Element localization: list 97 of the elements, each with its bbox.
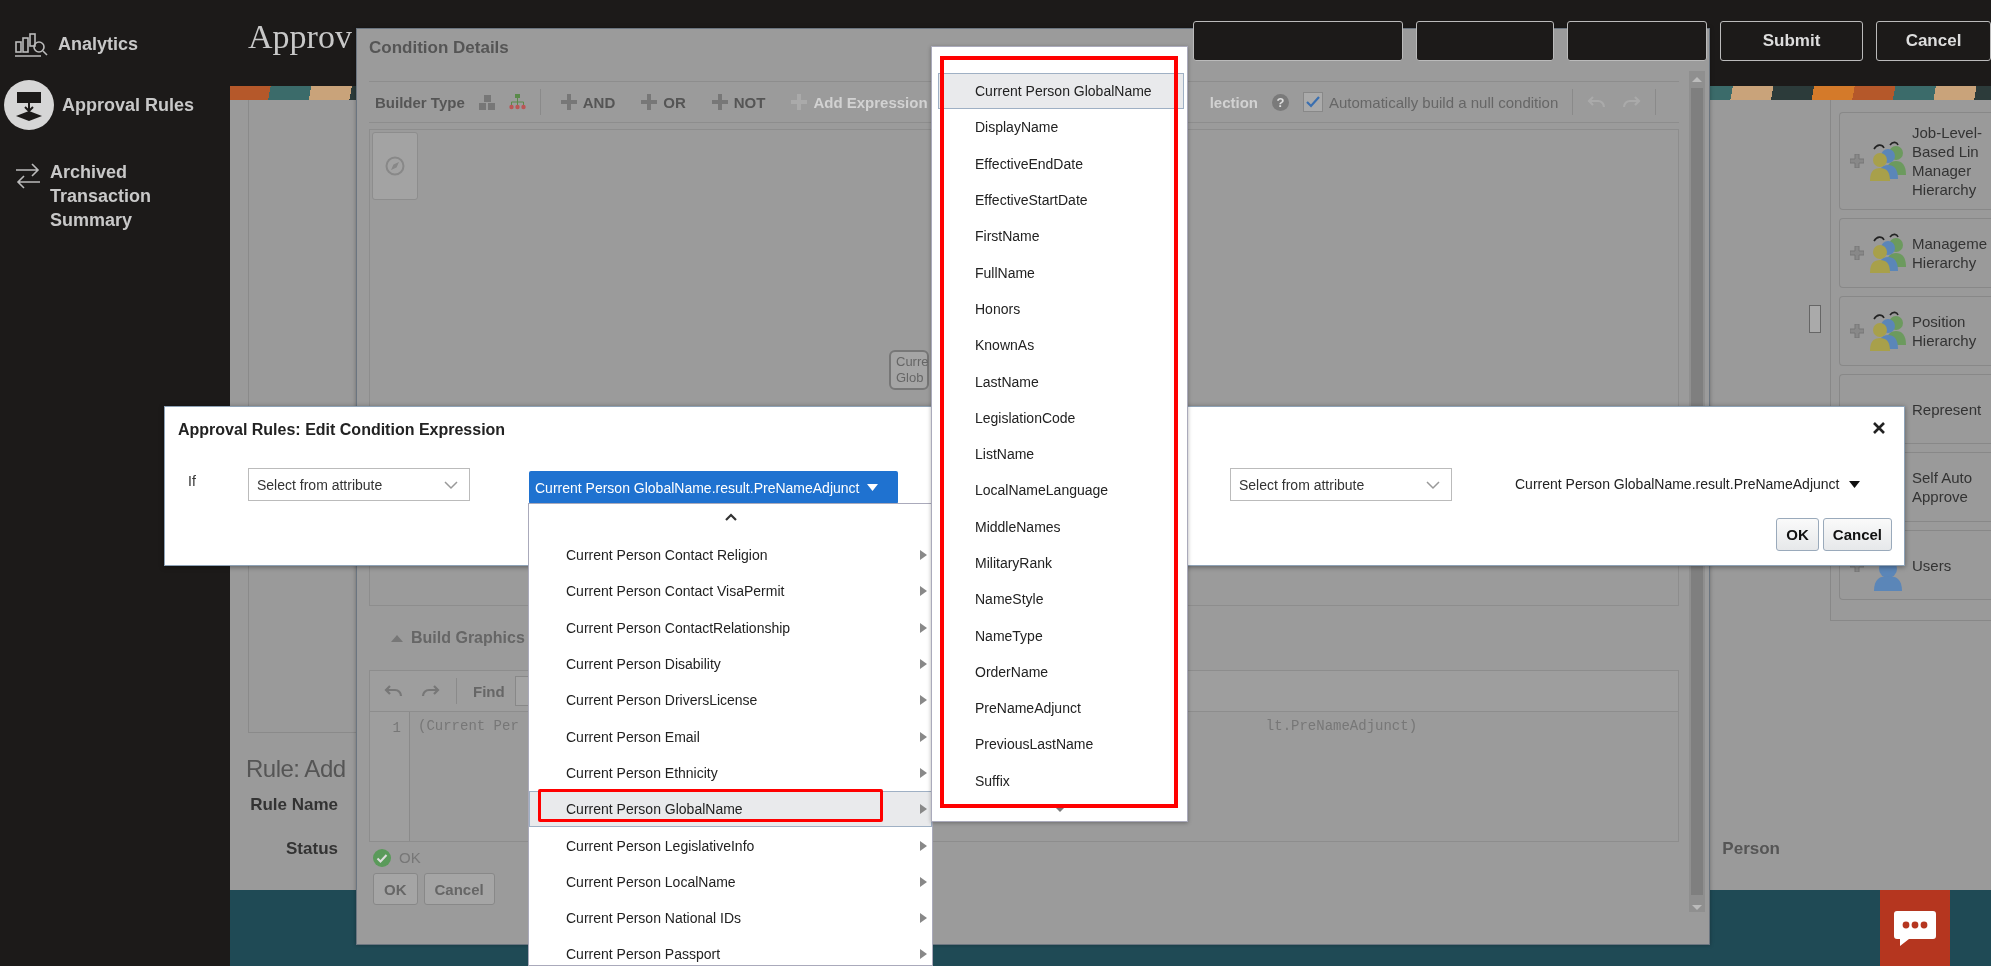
dialog-title: Approval Rules: Edit Condition Expression [178, 421, 506, 440]
sidebar-item[interactable]: Archived Transaction Summary [0, 156, 220, 236]
close-icon [1872, 421, 1886, 435]
menu-item[interactable]: MiddleNames [938, 508, 1184, 545]
menu-item[interactable]: OrderName [938, 653, 1184, 691]
card-label: Represent [1912, 399, 1982, 419]
menu-item[interactable]: Current Person LegislativeInfo [529, 827, 932, 864]
section-heading: Rule: Add [246, 755, 346, 783]
menu-item[interactable]: FullName [938, 254, 1184, 291]
attribute-dropdown[interactable]: Current Person GlobalName.result.PreNameAdjunct [529, 471, 898, 504]
submenu-arrow-icon [920, 876, 927, 887]
menu-item[interactable]: Current Person DriversLicense [529, 682, 932, 719]
menu-item[interactable]: Current Person Passport [529, 936, 932, 965]
header-button[interactable] [1193, 21, 1403, 61]
header-button[interactable] [1416, 21, 1554, 61]
menu-item[interactable]: FirstName [938, 218, 1184, 255]
menu-item[interactable]: EffectiveEndDate [938, 145, 1184, 182]
menu-item[interactable]: Current Person LocalName [529, 863, 932, 900]
sidebar-item[interactable]: Analytics [0, 26, 220, 62]
palette-card[interactable]: Manageme Hierarchy [1839, 218, 1991, 288]
cancel-button[interactable]: Cancel [1822, 518, 1892, 551]
blocks-icon [478, 94, 495, 110]
menu-item[interactable]: LastName [938, 363, 1184, 400]
menu-item[interactable]: Current Person Disability [529, 645, 932, 683]
submenu-arrow-icon [920, 767, 927, 778]
palette-card[interactable]: Position Hierarchy [1839, 296, 1991, 366]
find-label: Find [473, 682, 505, 700]
chevron-down-icon [444, 480, 458, 490]
submenu-arrow-icon [920, 550, 927, 561]
submenu-arrow-icon [920, 840, 927, 851]
chat-button[interactable] [1880, 890, 1950, 966]
checkbox[interactable] [1302, 92, 1323, 112]
people-group-icon [1868, 141, 1908, 181]
field-label: Rule Name [249, 795, 338, 815]
menu-item[interactable]: NameStyle [938, 581, 1184, 618]
ok-button[interactable]: OK [1776, 518, 1819, 551]
card-label: Position Hierarchy [1912, 312, 1977, 350]
dialog-title: Condition Details [369, 37, 509, 59]
card-label: Self Auto Approve [1912, 468, 1973, 506]
compass-icon [385, 156, 405, 176]
palette-card[interactable]: Job-Level- Based Lin Manager Hierarchy [1839, 112, 1991, 210]
menu-item[interactable]: Current Person GlobalName [938, 73, 1184, 110]
caret-down-icon [867, 484, 879, 491]
field-label: Status [285, 839, 338, 859]
people-group-icon [1868, 233, 1908, 273]
splitter-handle[interactable] [1809, 305, 1821, 333]
menu-item[interactable]: LegislationCode [938, 399, 1184, 436]
select-field[interactable]: Select from attribute [1230, 468, 1452, 501]
card-label: Manageme Hierarchy [1912, 234, 1988, 272]
caret-down-icon [1849, 480, 1861, 488]
menu-item[interactable]: Suffix [938, 762, 1184, 799]
submenu-arrow-icon [920, 731, 927, 742]
toolbar-label: Builder Type [375, 93, 465, 111]
submenu-arrow-icon [920, 913, 927, 924]
chat-icon [1893, 909, 1937, 947]
menu-item[interactable]: Current Person Contact Religion [529, 537, 932, 574]
swap-arrows-icon [14, 162, 42, 190]
analytics-icon [14, 32, 50, 58]
menu-item[interactable]: KnownAs [938, 327, 1184, 364]
page-title: Approv [248, 18, 352, 56]
header-button[interactable] [1567, 21, 1707, 61]
scroll-up-icon [724, 513, 737, 522]
menu-item[interactable]: DisplayName [938, 109, 1184, 146]
cancel-button[interactable]: Cancel [1876, 21, 1991, 61]
menu-item[interactable]: PreNameAdjunct [938, 690, 1184, 727]
menu-item[interactable]: Current Person Contact VisaPermit [529, 573, 932, 610]
check-circle-icon [373, 848, 391, 867]
submenu-arrow-icon [920, 622, 927, 633]
menu-item[interactable]: Current Person Email [529, 718, 932, 755]
check-icon [1304, 94, 1321, 110]
menu-item[interactable]: Current Person ContactRelationship [529, 609, 932, 646]
menu-item[interactable]: MilitaryRank [938, 544, 1184, 582]
select-field[interactable]: Select from attribute [248, 468, 470, 501]
submenu-arrow-icon [920, 659, 927, 670]
submenu-arrow-icon [920, 695, 927, 706]
card-label: Job-Level- Based Lin Manager Hierarchy [1912, 123, 1983, 199]
menu-item[interactable]: EffectiveStartDate [938, 181, 1184, 219]
flowchart-icon [4, 80, 54, 130]
menu-item[interactable]: LocalNameLanguage [938, 472, 1184, 509]
scroll-up-icon [1691, 75, 1703, 84]
submenu-arrow-icon [920, 804, 927, 815]
chevron-down-icon [1426, 480, 1440, 490]
sidebar-item[interactable]: Approval Rules [0, 76, 220, 134]
field-label: If [188, 472, 197, 489]
card-label: Users [1912, 555, 1952, 575]
menu-item[interactable]: Current Person Ethnicity [529, 754, 932, 792]
menu-item[interactable]: Current Person National IDs [529, 899, 932, 937]
menu-item[interactable]: ListName [938, 435, 1184, 473]
people-group-icon [1868, 311, 1908, 351]
submit-button[interactable]: Submit [1720, 21, 1863, 61]
submenu-arrow-icon [920, 949, 927, 960]
hierarchy-icon [508, 94, 526, 110]
field-label: Person [1722, 839, 1780, 859]
menu-item[interactable]: NameType [938, 617, 1184, 654]
menu-item[interactable]: Honors [938, 290, 1184, 328]
menu-item[interactable]: PreviousLastName [938, 726, 1184, 763]
submenu-arrow-icon [920, 586, 927, 597]
